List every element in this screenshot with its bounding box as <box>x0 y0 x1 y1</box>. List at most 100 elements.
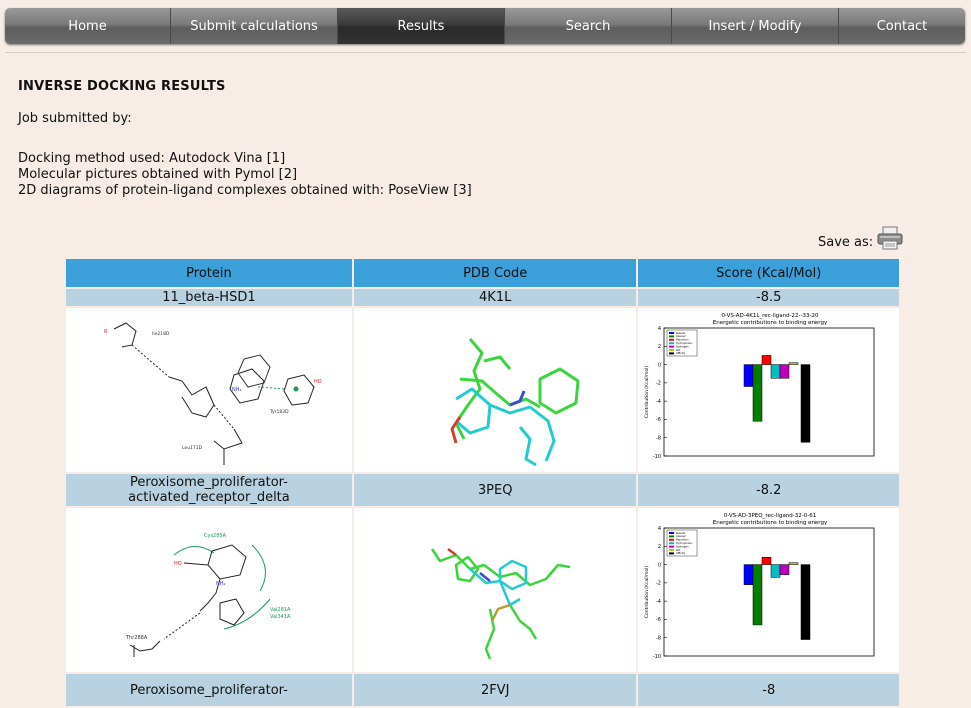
chart-y-tick-label: -2 <box>656 381 661 387</box>
table-row: Peroxisome_proliferator-activated_recept… <box>66 474 899 506</box>
pymol-3d-picture[interactable] <box>360 309 630 471</box>
nav-home[interactable]: Home <box>5 8 171 44</box>
header-divider <box>5 52 966 53</box>
chart-legend-swatch <box>668 349 674 351</box>
residue-label: Ile218D <box>152 331 170 337</box>
chart-legend-label: Rot <box>676 348 680 352</box>
table-header-row: Protein PDB Code Score (Kcal/Mol) <box>66 259 899 287</box>
chart-bar <box>800 564 810 640</box>
chart-title: 0-VS-AD-4K1L_rec-ligand-22--33-20 <box>721 313 819 319</box>
score-value: -8.2 <box>638 474 899 506</box>
chart-legend-label: Repulsion <box>676 538 689 542</box>
protein-name: Peroxisome_proliferator-activated_recept… <box>66 474 352 506</box>
diagrams-2d-credit: 2D diagrams of protein-ligand complexes … <box>18 183 472 198</box>
pdb-code: 3PEQ <box>353 474 637 506</box>
chart-bar <box>770 364 780 379</box>
svg-text:HO: HO <box>314 379 322 385</box>
pose-diagram-cell: Cys285A Val281A Val341A Thr288A HO NH₂ <box>66 508 352 672</box>
nav-contact[interactable]: Contact <box>839 8 965 44</box>
pdb-code: 2FVJ <box>353 674 637 706</box>
chart-y-tick-label: -6 <box>656 617 661 623</box>
chart-legend-swatch <box>668 335 674 338</box>
chart-bar <box>743 364 753 387</box>
chart-y-tick-label: -8 <box>656 436 661 442</box>
chart-legend-label: Affinity <box>676 351 686 355</box>
chart-legend-label: Hydrophobic <box>676 541 693 545</box>
residue-label: Thr288A <box>125 635 148 641</box>
residue-label: Val341A <box>270 614 291 620</box>
nav-insert-modify[interactable]: Insert / Modify <box>672 8 839 44</box>
printer-icon[interactable] <box>876 226 904 250</box>
chart-bar <box>752 564 762 626</box>
svg-text:NH₂: NH₂ <box>232 387 242 393</box>
chart-legend-label: Repulsion <box>676 338 689 342</box>
chart-legend-label: Hydrogen <box>676 544 689 548</box>
table-row: Peroxisome_proliferator- 2FVJ -8 <box>66 674 899 706</box>
chart-legend-label: Gauss1 <box>676 531 686 535</box>
chart-bar <box>761 355 771 365</box>
chart-legend-swatch <box>668 338 674 341</box>
main-navigation: Home Submit calculations Results Search … <box>5 8 965 44</box>
energy-chart-cell: 0-VS-AD-4K1L_rec-ligand-22--33-20 Energet… <box>638 308 899 472</box>
table-row-images: Cys285A Val281A Val341A Thr288A HO NH₂ 0… <box>66 508 899 672</box>
chart-y-tick-label: -2 <box>656 581 661 587</box>
nav-search[interactable]: Search <box>505 8 672 44</box>
header-score[interactable]: Score (Kcal/Mol) <box>638 259 899 287</box>
chart-y-tick-label: -8 <box>656 636 661 642</box>
chart-legend-swatch <box>668 549 674 551</box>
chart-legend-swatch <box>668 552 674 555</box>
svg-text:NH₂: NH₂ <box>216 581 226 587</box>
chart-y-tick-label: 0 <box>658 562 661 568</box>
docking-method: Docking method used: Autodock Vina [1] <box>18 151 286 166</box>
poseview-2d-diagram[interactable]: R Ile218D Tyr183D Leu171D HO NH₂ <box>74 309 344 471</box>
chart-legend-swatch <box>668 332 674 334</box>
pdb-code: 4K1L <box>353 289 637 306</box>
pymol-picture-cell <box>353 508 637 672</box>
chart-y-tick-label: 4 <box>658 326 661 332</box>
chart-title: 0-VS-AD-3PEQ_rec-ligand-32-0-61 <box>723 513 816 519</box>
chart-legend-label: Gauss1 <box>676 331 686 335</box>
chart-bar <box>743 564 753 585</box>
chart-legend-swatch <box>668 342 674 345</box>
chart-legend-label: Affinity <box>676 551 686 555</box>
score-value: -8 <box>638 674 899 706</box>
molecular-pictures-credit: Molecular pictures obtained with Pymol [… <box>18 167 298 182</box>
residue-label: Cys285A <box>204 533 227 539</box>
svg-text:HO: HO <box>174 561 182 567</box>
chart-y-tick-label: -4 <box>656 399 661 405</box>
chart-bar <box>788 362 798 365</box>
chart-legend-swatch <box>668 545 674 548</box>
page-title: INVERSE DOCKING RESULTS <box>18 79 226 94</box>
header-pdb-code[interactable]: PDB Code <box>353 259 637 287</box>
chart-y-tick-label: -10 <box>653 654 661 660</box>
chart-legend-label: Hydrogen <box>676 344 689 348</box>
residue-label: Val281A <box>270 607 291 613</box>
chart-subtitle: Energetic contributions to binding energ… <box>712 320 827 326</box>
chart-y-tick-label: 2 <box>658 544 661 550</box>
nav-results[interactable]: Results <box>338 8 505 44</box>
residue-label: Tyr183D <box>269 409 289 415</box>
chart-y-tick-label: -6 <box>656 417 661 423</box>
nav-submit-calculations[interactable]: Submit calculations <box>171 8 338 44</box>
energy-contribution-chart[interactable]: 0-VS-AD-4K1L_rec-ligand-22--33-20Energet… <box>640 310 898 470</box>
chart-bar <box>779 364 789 379</box>
chart-legend-swatch <box>668 345 674 348</box>
energy-contribution-chart[interactable]: 0-VS-AD-3PEQ_rec-ligand-32-0-61Energetic… <box>640 510 898 670</box>
svg-text:R: R <box>104 329 108 335</box>
chart-legend-swatch <box>668 352 674 355</box>
chart-legend-label: Gauss2 <box>676 334 686 338</box>
chart-legend-label: Hydrophobic <box>676 341 693 345</box>
chart-bar <box>761 557 771 565</box>
protein-name-text: Peroxisome_proliferator-activated_recept… <box>128 475 290 505</box>
job-submitted-by: Job submitted by: <box>18 111 132 126</box>
pymol-3d-picture[interactable] <box>360 509 630 671</box>
score-value: -8.5 <box>638 289 899 306</box>
chart-legend-swatch <box>668 532 674 534</box>
chart-y-axis-label: Contribution (Kcal/mol) <box>644 366 650 418</box>
residue-label: Leu171D <box>182 445 203 451</box>
table-row: 11_beta-HSD1 4K1L -8.5 <box>66 289 899 306</box>
header-protein[interactable]: Protein <box>66 259 352 287</box>
chart-subtitle: Energetic contributions to binding energ… <box>712 520 827 526</box>
chart-y-axis-label: Contribution (Kcal/mol) <box>644 566 650 618</box>
poseview-2d-diagram[interactable]: Cys285A Val281A Val341A Thr288A HO NH₂ <box>74 509 344 671</box>
